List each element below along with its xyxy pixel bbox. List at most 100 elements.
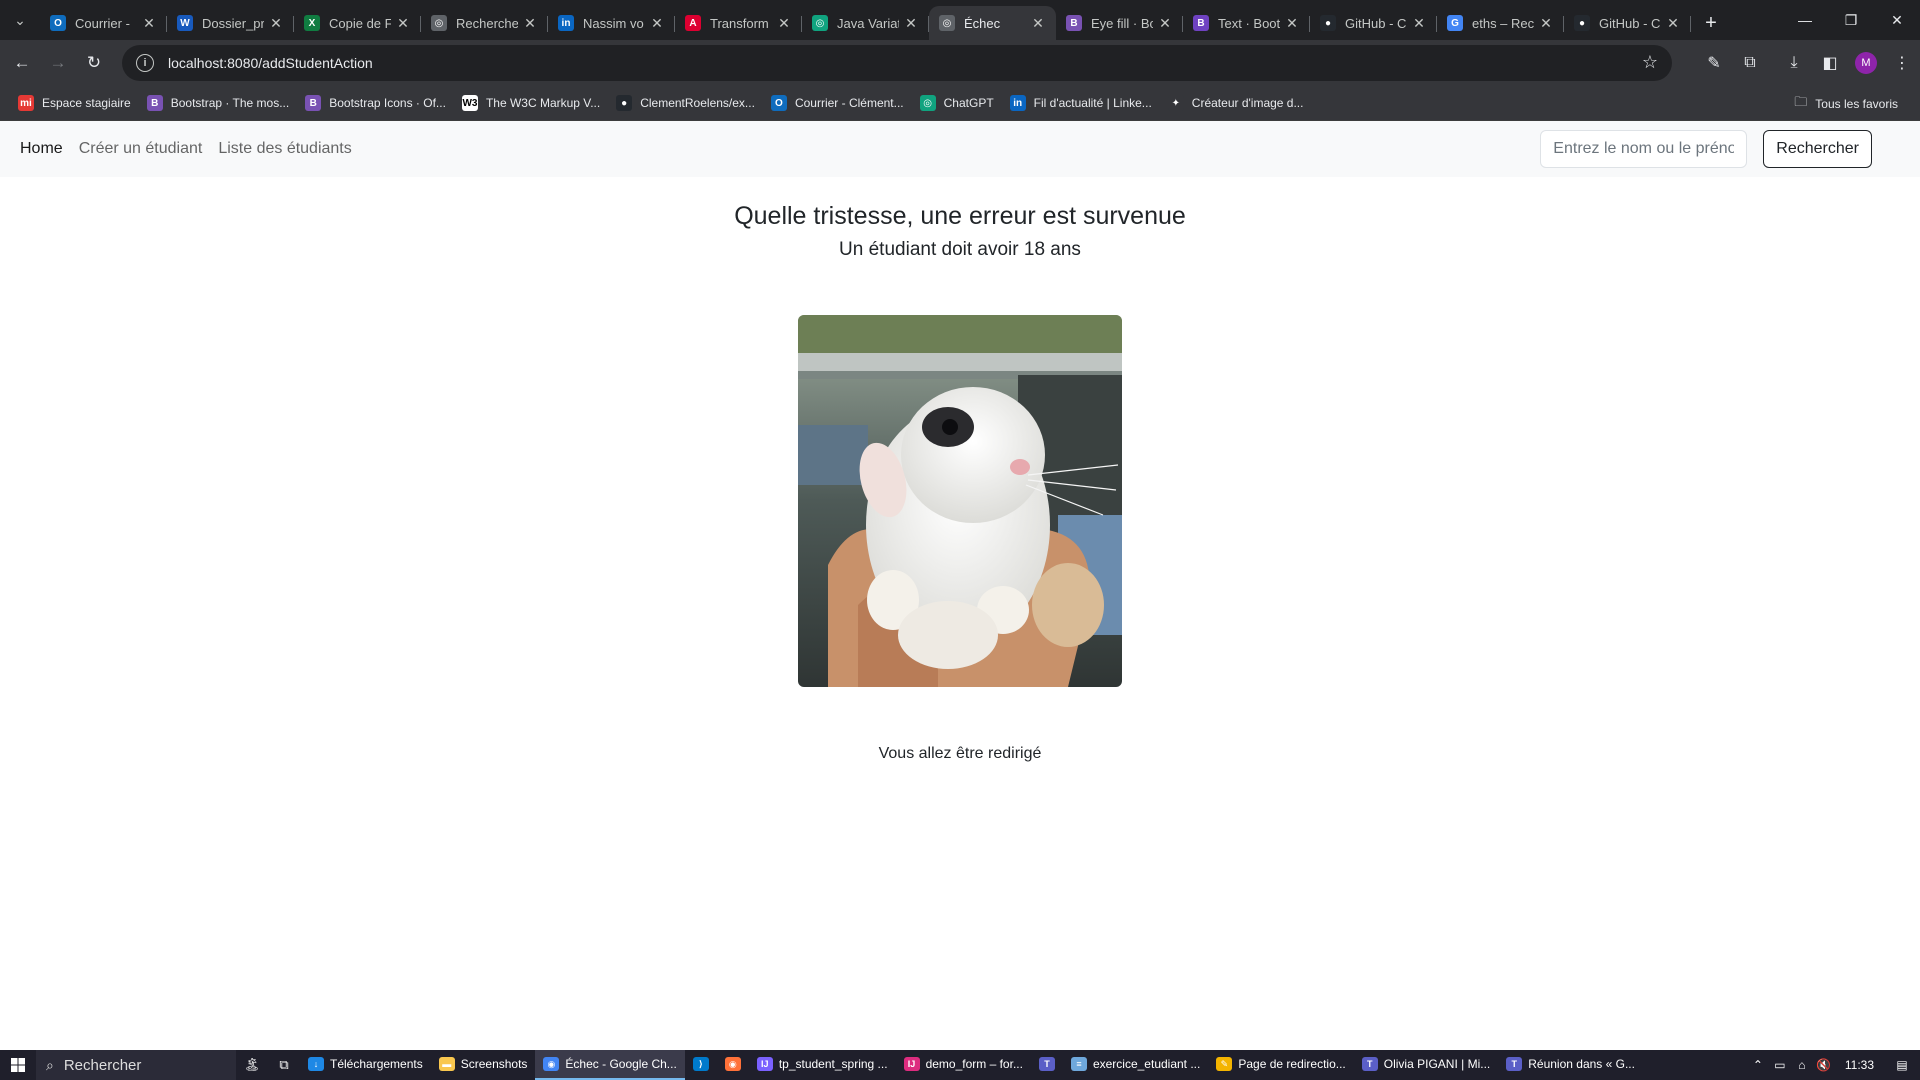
rabbit-illustration (798, 315, 1122, 687)
notepad-icon: ≡ (1070, 1057, 1087, 1071)
chatgpt-icon: ◎ (919, 95, 936, 111)
all-bookmarks-button[interactable]: 🗀 Tous les favoris (1786, 90, 1906, 118)
google-icon: G (1447, 15, 1463, 31)
tab-close-icon[interactable]: ✕ (1538, 15, 1554, 32)
browser-tab[interactable]: ◎ Recherche ✕ (421, 6, 548, 40)
bootstrap-icon: B (1193, 15, 1209, 31)
browser-tab[interactable]: W Dossier_pr ✕ (167, 6, 294, 40)
back-arrow-icon[interactable]: ← (4, 45, 40, 81)
nav-student-list-link[interactable]: Liste des étudiants (218, 140, 351, 158)
teams-icon: T (1038, 1057, 1055, 1071)
site-info-icon[interactable]: i (136, 54, 154, 72)
tab-close-icon[interactable]: ✕ (395, 15, 411, 32)
notifications-icon[interactable]: ▤ (1884, 1058, 1920, 1072)
restore-icon[interactable]: ❐ (1828, 0, 1874, 40)
reload-icon[interactable]: ↻ (76, 45, 112, 81)
tab-search-chevron-icon[interactable]: ⌄ (0, 0, 40, 40)
new-tab-button[interactable]: + (1691, 6, 1731, 40)
browser-tab[interactable]: A Transform ✕ (675, 6, 802, 40)
taskbar-app[interactable]: T Réunion dans « G... (1498, 1050, 1643, 1080)
taskbar-search-box[interactable]: ⌕ Rechercher (36, 1050, 236, 1080)
angular-icon: A (685, 15, 701, 31)
display-icon[interactable]: ▭ (1769, 1058, 1791, 1072)
taskbar-app[interactable]: ≡ exercice_etudiant ... (1063, 1050, 1208, 1080)
downloads-icon[interactable]: ⤓ (1776, 45, 1812, 81)
windows-start-icon[interactable] (0, 1050, 36, 1080)
tab-close-icon[interactable]: ✕ (522, 15, 538, 32)
browser-tab[interactable]: Geths – Rec ✕ (1437, 6, 1564, 40)
tab-close-icon[interactable]: ✕ (903, 15, 919, 32)
clock[interactable]: 11:33 (1835, 1058, 1884, 1072)
bookmark-item[interactable]: B Bootstrap Icons · Of... (297, 89, 454, 117)
browser-tab[interactable]: in Nassim vo ✕ (548, 6, 675, 40)
tab-title: GitHub - C (1345, 15, 1407, 31)
bookmark-item[interactable]: W3 The W3C Markup V... (454, 89, 608, 117)
taskbar-app-label: Échec - Google Ch... (565, 1057, 677, 1071)
browser-tab[interactable]: ● GitHub - C ✕ (1564, 6, 1691, 40)
pen-extension-icon[interactable]: ✎ (1696, 45, 1732, 81)
taskbar-app-label: demo_form – for... (925, 1057, 1023, 1071)
vscode-icon: ⟩ (692, 1057, 709, 1071)
tab-close-icon[interactable]: ✕ (141, 15, 157, 32)
tab-close-icon[interactable]: ✕ (268, 15, 284, 32)
browser-tab[interactable]: ● GitHub - C ✕ (1310, 6, 1437, 40)
taskbar-app[interactable]: IJ tp_student_spring ... (749, 1050, 896, 1080)
taskbar-app[interactable]: T (1031, 1050, 1063, 1080)
task-view-icon[interactable]: ⧉ (268, 1050, 300, 1080)
taskbar-app[interactable]: T Olivia PIGANI | Mi... (1354, 1050, 1498, 1080)
close-window-icon[interactable]: ✕ (1874, 0, 1920, 40)
teams-icon: T (1506, 1057, 1523, 1071)
taskbar-app[interactable]: IJ demo_form – for... (896, 1050, 1031, 1080)
tab-close-icon[interactable]: ✕ (776, 15, 792, 32)
minimize-icon[interactable]: — (1782, 0, 1828, 40)
tab-close-icon[interactable]: ✕ (649, 15, 665, 32)
nav-home-link[interactable]: Home (20, 140, 63, 158)
nav-create-student-link[interactable]: Créer un étudiant (79, 140, 203, 158)
kebab-menu-icon[interactable]: ⋮ (1884, 45, 1920, 81)
browser-tab[interactable]: B Text · Boot ✕ (1183, 6, 1310, 40)
browser-tab[interactable]: B Eye fill · Bo ✕ (1056, 6, 1183, 40)
taskbar-app[interactable]: ▬ Screenshots (431, 1050, 536, 1080)
bookmark-star-icon[interactable]: ☆ (1642, 52, 1658, 73)
extensions-puzzle-icon[interactable]: ⧉ (1732, 45, 1768, 81)
bookmark-item[interactable]: in Fil d'actualité | Linke... (1002, 89, 1160, 117)
bookmark-item[interactable]: B Bootstrap · The mos... (139, 89, 298, 117)
browser-tab[interactable]: ◎ Java Variat ✕ (802, 6, 929, 40)
tab-close-icon[interactable]: ✕ (1665, 15, 1681, 32)
intellij-icon: IJ (903, 1057, 920, 1071)
firefox-icon: ◉ (724, 1057, 741, 1071)
search-button[interactable]: Rechercher (1763, 130, 1872, 168)
tab-close-icon[interactable]: ✕ (1030, 15, 1046, 32)
profile-button[interactable]: M (1848, 45, 1884, 81)
bookmark-item[interactable]: mi Espace stagiaire (10, 89, 139, 117)
mi-icon: mi (18, 95, 34, 111)
tab-close-icon[interactable]: ✕ (1411, 15, 1427, 32)
taskbar-app[interactable]: ✎ Page de redirectio... (1208, 1050, 1353, 1080)
taskbar-app[interactable]: ⟩ (685, 1050, 717, 1080)
browser-tab[interactable]: X Copie de F ✕ (294, 6, 421, 40)
tab-close-icon[interactable]: ✕ (1157, 15, 1173, 32)
search-input[interactable] (1540, 130, 1748, 168)
bookmark-item[interactable]: O Courrier - Clément... (763, 89, 912, 117)
widgets-icon[interactable]: 🏝 (236, 1050, 268, 1080)
taskbar-app[interactable]: ◉ Échec - Google Ch... (535, 1050, 685, 1080)
forward-arrow-icon[interactable]: → (40, 45, 76, 81)
tab-title: Recherche (456, 15, 518, 31)
browser-tab[interactable]: ◎ Échec ✕ (929, 6, 1056, 40)
bootstrap-icon: B (146, 95, 163, 111)
network-icon[interactable]: ⌂ (1791, 1058, 1813, 1072)
tab-title: eths – Rec (1472, 15, 1534, 31)
volume-muted-icon[interactable]: 🔇 (1813, 1058, 1835, 1072)
teams-icon: T (1361, 1057, 1378, 1071)
bookmark-item[interactable]: ◎ ChatGPT (912, 89, 1002, 117)
browser-tab[interactable]: O Courrier - ✕ (40, 6, 167, 40)
taskbar-app[interactable]: ◉ (717, 1050, 749, 1080)
address-bar[interactable]: i localhost:8080/addStudentAction ☆ (122, 45, 1672, 81)
tray-chevron-up-icon[interactable]: ⌃ (1747, 1058, 1769, 1072)
side-panel-icon[interactable]: ◧ (1812, 45, 1848, 81)
bookmark-item[interactable]: ✦ Créateur d'image d... (1160, 89, 1312, 117)
chrome-icon: ◉ (543, 1057, 560, 1071)
taskbar-app[interactable]: ↓ Téléchargements (300, 1050, 431, 1080)
bookmark-item[interactable]: ● ClementRoelens/ex... (608, 89, 763, 117)
tab-close-icon[interactable]: ✕ (1284, 15, 1300, 32)
